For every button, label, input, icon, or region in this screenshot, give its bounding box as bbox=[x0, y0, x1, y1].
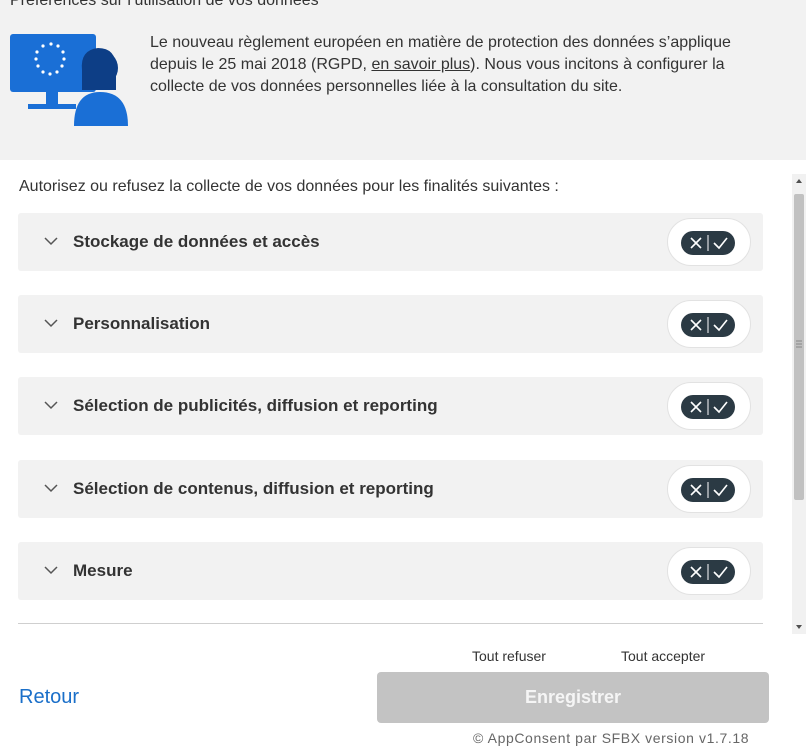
consent-toggle[interactable] bbox=[667, 547, 751, 595]
check-icon bbox=[713, 484, 728, 497]
learn-more-link[interactable]: en savoir plus bbox=[371, 56, 470, 73]
check-icon bbox=[713, 566, 728, 579]
toggle-switch[interactable] bbox=[681, 231, 735, 255]
scroll-up-arrow-icon[interactable] bbox=[792, 174, 806, 188]
scroll-down-arrow-icon[interactable] bbox=[792, 620, 806, 634]
back-button[interactable]: Retour bbox=[19, 686, 79, 709]
version-footer: © AppConsent par SFBX version v1.7.18 bbox=[473, 730, 750, 746]
scroll-grip-icon bbox=[796, 340, 802, 348]
purpose-storage-access[interactable]: Stockage de données et accès bbox=[18, 213, 763, 271]
x-icon bbox=[690, 484, 702, 496]
toggle-switch[interactable] bbox=[681, 560, 735, 584]
check-icon bbox=[713, 237, 728, 250]
toggle-switch[interactable] bbox=[681, 313, 735, 337]
check-icon bbox=[713, 401, 728, 414]
purpose-label: Personnalisation bbox=[73, 314, 210, 333]
chevron-down-icon bbox=[44, 566, 58, 575]
eu-monitor-person-illustration bbox=[10, 34, 128, 126]
purposes-scroll-area[interactable]: Autorisez ou refusez la collecte de vos … bbox=[0, 160, 792, 632]
divider bbox=[18, 623, 763, 624]
purpose-content-selection[interactable]: Sélection de contenus, diffusion et repo… bbox=[18, 460, 763, 518]
x-icon bbox=[690, 319, 702, 331]
header-panel: Préférences sur l’utilisation de vos don… bbox=[0, 0, 806, 160]
accept-all-button[interactable]: Tout accepter bbox=[621, 648, 705, 664]
purpose-label: Sélection de publicités, diffusion et re… bbox=[73, 396, 438, 415]
purpose-ads-selection[interactable]: Sélection de publicités, diffusion et re… bbox=[18, 377, 763, 435]
purpose-measurement[interactable]: Mesure bbox=[18, 542, 763, 600]
consent-toggle[interactable] bbox=[667, 382, 751, 430]
gdpr-notice: Le nouveau règlement européen en matière… bbox=[150, 32, 740, 98]
purpose-label: Sélection de contenus, diffusion et repo… bbox=[73, 479, 434, 498]
x-icon bbox=[690, 237, 702, 249]
header-title: Préférences sur l’utilisation de vos don… bbox=[10, 0, 319, 9]
refuse-all-button[interactable]: Tout refuser bbox=[472, 648, 546, 664]
scrollbar[interactable] bbox=[792, 174, 806, 634]
consent-toggle[interactable] bbox=[667, 218, 751, 266]
x-icon bbox=[690, 401, 702, 413]
toggle-switch[interactable] bbox=[681, 478, 735, 502]
purposes-intro: Autorisez ou refusez la collecte de vos … bbox=[19, 178, 559, 195]
toggle-switch[interactable] bbox=[681, 395, 735, 419]
save-button[interactable]: Enregistrer bbox=[377, 672, 769, 723]
chevron-down-icon bbox=[44, 484, 58, 493]
chevron-down-icon bbox=[44, 319, 58, 328]
purpose-label: Mesure bbox=[73, 561, 133, 580]
purpose-label: Stockage de données et accès bbox=[73, 232, 320, 251]
purpose-personalisation[interactable]: Personnalisation bbox=[18, 295, 763, 353]
chevron-down-icon bbox=[44, 401, 58, 410]
chevron-down-icon bbox=[44, 237, 58, 246]
check-icon bbox=[713, 319, 728, 332]
consent-toggle[interactable] bbox=[667, 465, 751, 513]
consent-toggle[interactable] bbox=[667, 300, 751, 348]
x-icon bbox=[690, 566, 702, 578]
